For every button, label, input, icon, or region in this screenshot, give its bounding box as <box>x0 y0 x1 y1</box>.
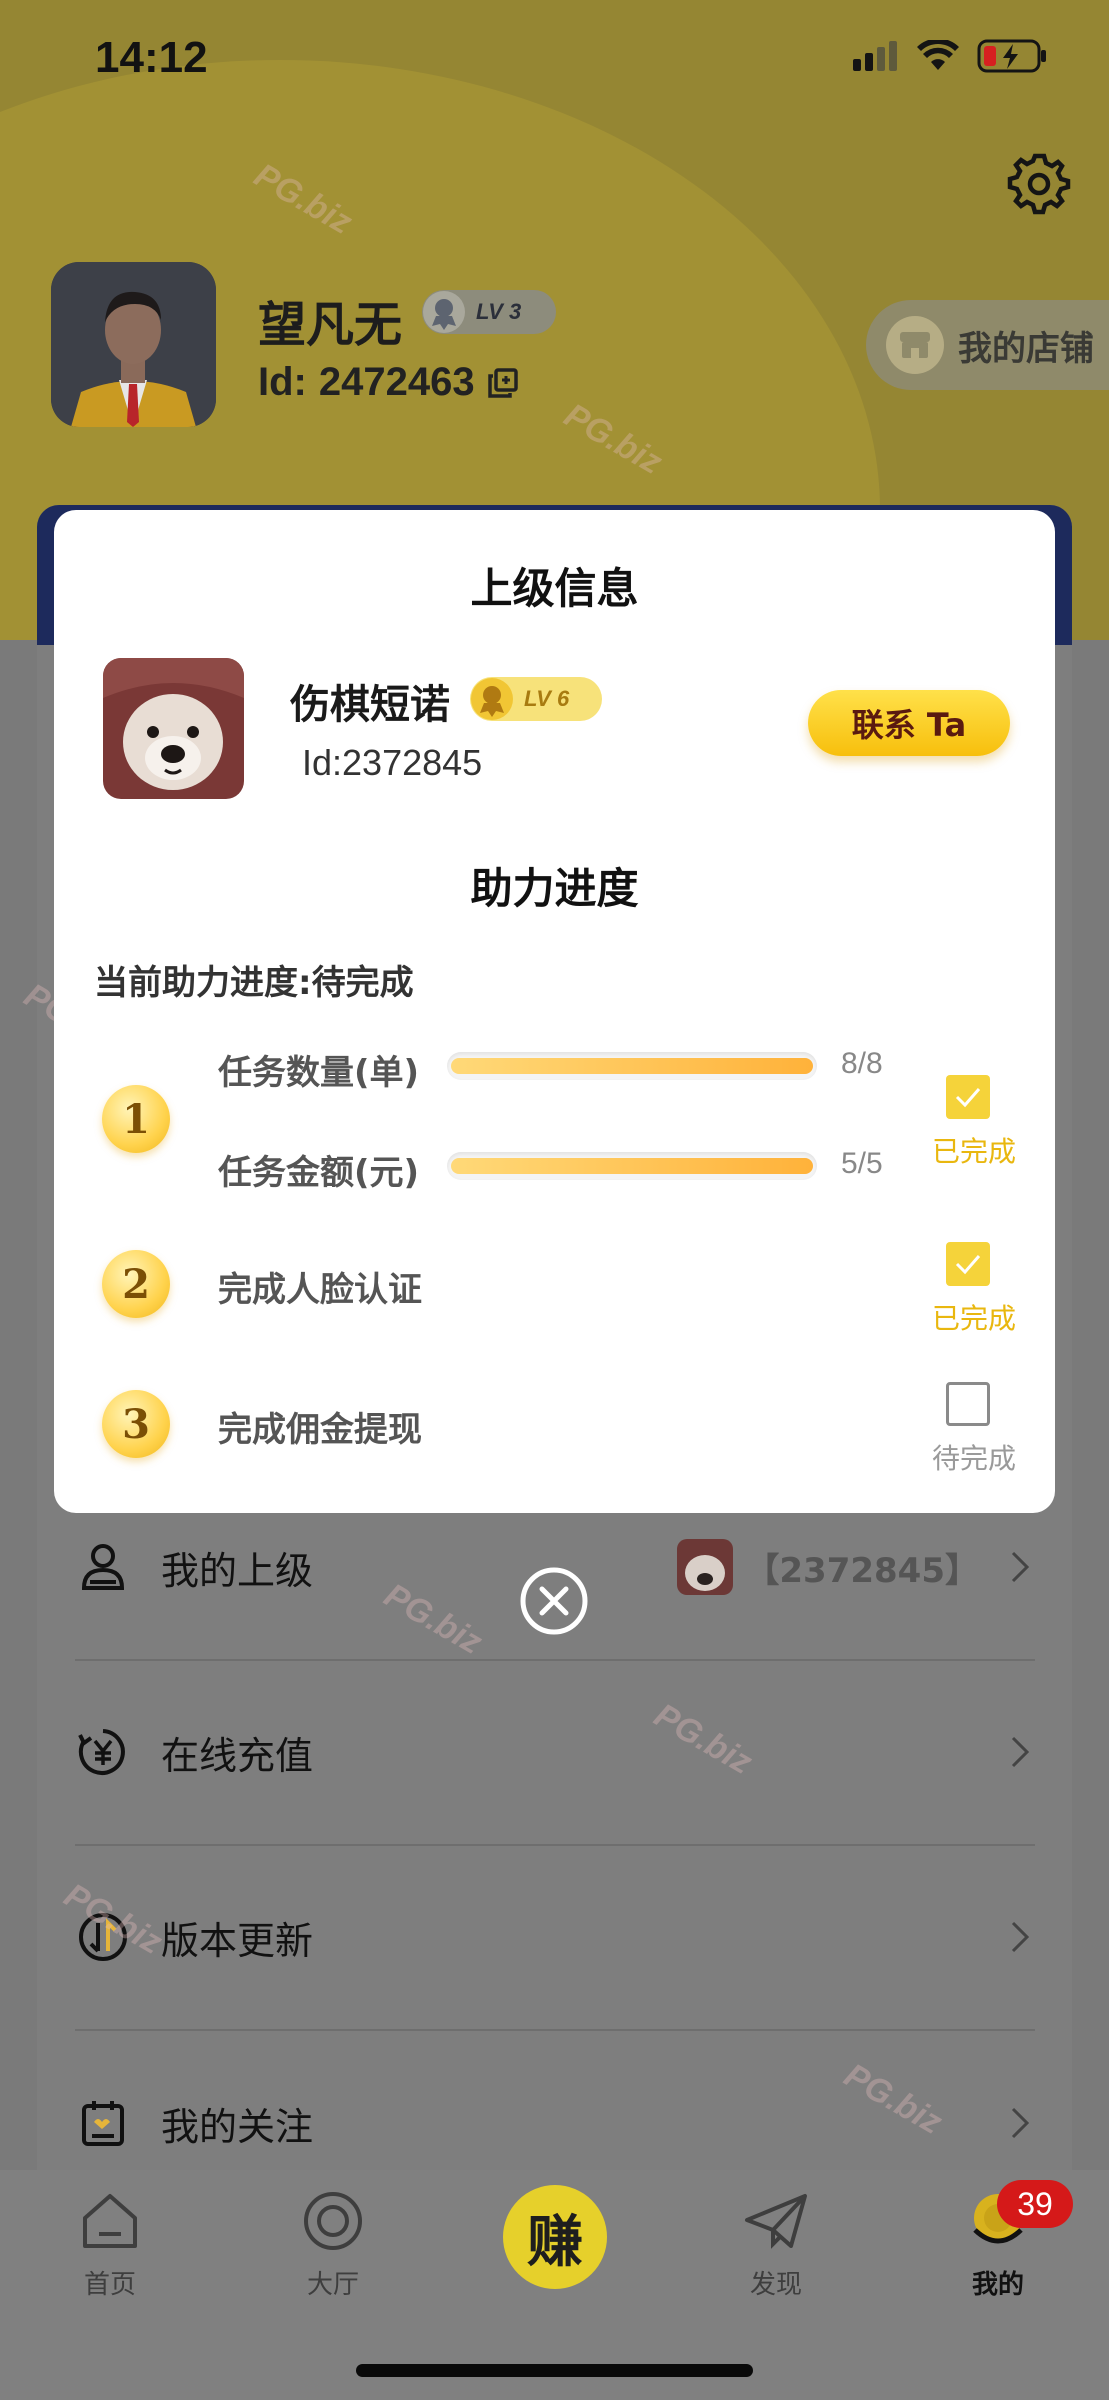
task-count-value: 8/8 <box>841 1047 883 1080</box>
tab-home-label: 首页 <box>83 2270 136 2300</box>
superior-level-text: LV 6 <box>524 686 570 711</box>
user-level-badge: LV 3 <box>422 290 556 334</box>
tab-discover-label: 发现 <box>749 2270 802 2300</box>
screen: 14:12 望凡无 LV 3 Id: 2472463 我的店铺 我的上级 【23… <box>0 0 1109 2400</box>
my-shop-button[interactable]: 我的店铺 <box>866 300 1109 390</box>
step-2-badge: 2 <box>102 1250 170 1318</box>
close-modal-icon[interactable] <box>518 1565 590 1637</box>
wifi-icon <box>917 40 959 70</box>
home-icon <box>83 2194 137 2248</box>
superior-id: Id:2372845 <box>302 742 483 783</box>
status-bar: 14:12 <box>0 0 1109 120</box>
step-3-checkbox <box>946 1382 990 1426</box>
commission-withdraw-label: 完成佣金提现 <box>218 1410 422 1450</box>
settings-gear-icon[interactable] <box>1006 150 1072 216</box>
user-id-row: Id: 2472463 <box>258 360 519 405</box>
user-id-value: 2472463 <box>318 360 475 404</box>
checkmark-icon <box>955 1088 981 1108</box>
step-2-checkbox <box>946 1242 990 1286</box>
superior-name: 伤棋短诺 <box>290 682 450 728</box>
cellular-signal-icon <box>853 41 897 71</box>
my-shop-label: 我的店铺 <box>958 328 1094 369</box>
superior-thumb-image <box>677 1539 734 1595</box>
modal-title: 上级信息 <box>470 564 639 613</box>
step-3-badge: 3 <box>102 1390 170 1458</box>
earn-button[interactable]: 赚 <box>503 2185 607 2289</box>
superior-level-badge: LV 6 <box>470 677 602 721</box>
user-avatar-image <box>51 262 216 427</box>
recharge-icon <box>75 1724 131 1780</box>
hall-icon <box>304 2192 362 2250</box>
task-amount-label: 任务金额(元) <box>218 1153 420 1193</box>
tab-hall[interactable]: 大厅 <box>253 2190 413 2301</box>
user-avatar[interactable] <box>51 262 216 427</box>
store-icon <box>886 316 944 374</box>
menu-label-version-update: 版本更新 <box>161 1918 314 1963</box>
user-level-text: LV 3 <box>476 299 522 324</box>
task-amount-progress-fill <box>451 1158 813 1174</box>
menu-label-recharge: 在线充值 <box>161 1733 314 1778</box>
notification-badge: 39 <box>997 2180 1073 2228</box>
progress-status: 当前助力进度:待完成 <box>94 963 414 1003</box>
copy-icon[interactable] <box>487 367 519 399</box>
paper-plane-icon <box>745 2194 807 2249</box>
tab-home[interactable]: 首页 <box>30 2190 190 2301</box>
face-verification-label: 完成人脸认证 <box>218 1270 422 1310</box>
menu-item-recharge[interactable]: 在线充值 <box>75 1660 1035 1846</box>
step-2-status: 已完成 <box>931 1302 1016 1335</box>
chevron-right-icon <box>1011 1736 1030 1768</box>
superior-info-modal: 上级信息 伤棋短诺 LV 6 Id:2372845 联系 Ta 助力进度 当前助… <box>54 510 1055 1513</box>
chevron-right-icon <box>1011 1921 1030 1953</box>
task-count-label: 任务数量(单) <box>218 1053 420 1093</box>
superior-avatar-image <box>103 658 244 799</box>
step-1-checkbox <box>946 1075 990 1119</box>
tab-hall-label: 大厅 <box>306 2270 359 2300</box>
level-medal-icon <box>423 291 465 333</box>
user-outline-icon <box>75 1539 131 1595</box>
step-1-badge: 1 <box>102 1085 170 1153</box>
task-amount-progress-bar <box>447 1152 817 1180</box>
task-count-progress-fill <box>451 1058 813 1074</box>
superior-summary: 【2372845】 <box>677 1539 979 1595</box>
user-id-label: Id: <box>258 360 307 404</box>
home-indicator <box>356 2364 753 2377</box>
status-icons <box>853 38 1049 74</box>
tab-discover[interactable]: 发现 <box>696 2190 856 2301</box>
step-3-status: 待完成 <box>931 1442 1016 1475</box>
user-name: 望凡无 <box>258 297 403 353</box>
progress-title: 助力进度 <box>470 864 639 913</box>
status-time: 14:12 <box>95 33 208 82</box>
tab-mine-label: 我的 <box>971 2270 1024 2300</box>
level-medal-icon <box>471 678 513 720</box>
following-icon <box>75 2095 131 2151</box>
chevron-right-icon <box>1011 1551 1030 1583</box>
battery-charging-icon <box>977 39 1046 73</box>
superior-avatar[interactable] <box>103 658 244 799</box>
superior-id-value: 【2372845】 <box>745 1550 979 1591</box>
menu-label-superior: 我的上级 <box>161 1548 314 1593</box>
contact-button[interactable]: 联系 Ta <box>808 690 1010 756</box>
menu-item-version-update[interactable]: 版本更新 <box>75 1845 1035 2031</box>
step-1-status: 已完成 <box>931 1135 1016 1168</box>
chevron-right-icon <box>1011 2107 1030 2139</box>
task-count-progress-bar <box>447 1052 817 1080</box>
task-amount-value: 5/5 <box>841 1147 883 1180</box>
checkmark-icon <box>955 1255 981 1275</box>
